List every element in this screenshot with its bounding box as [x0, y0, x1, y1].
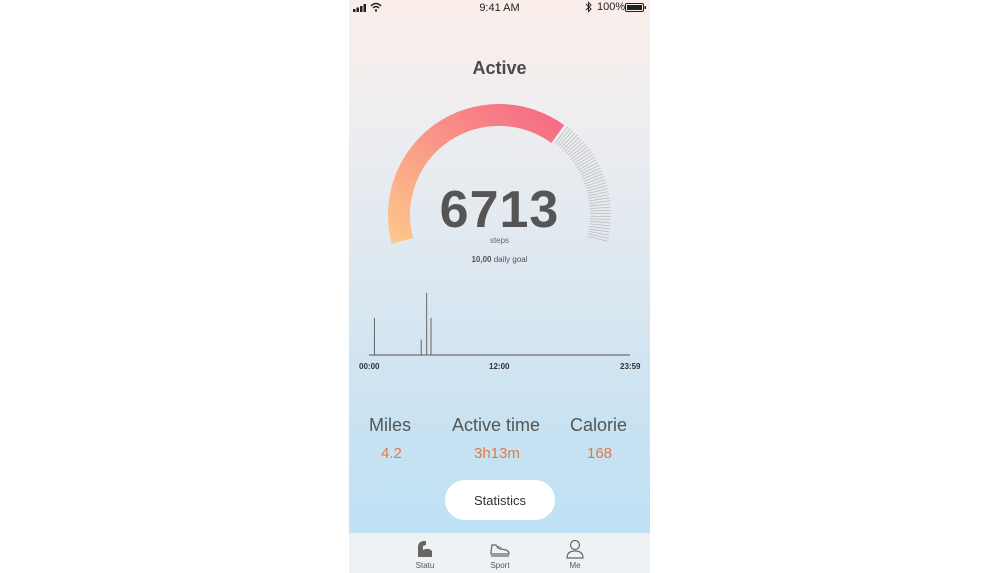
- muscle-icon: [418, 541, 432, 557]
- calorie-label: Calorie: [570, 415, 628, 435]
- statistics-button[interactable]: Statistics: [445, 480, 555, 520]
- shoe-icon: [490, 544, 510, 557]
- miles-value: 4.2: [381, 445, 402, 462]
- tab-sport[interactable]: Sport: [470, 533, 530, 573]
- tab-statu-label: Statu: [415, 561, 435, 570]
- tab-bar: Statu Sport Me: [349, 533, 650, 573]
- tab-sport-label: Sport: [490, 561, 510, 570]
- activity-timeline: [369, 293, 630, 356]
- tab-me-label: Me: [569, 561, 581, 570]
- tab-statu[interactable]: Statu: [395, 533, 455, 573]
- timeline-end-label: 23:59: [620, 362, 641, 371]
- tab-me[interactable]: Me: [545, 533, 605, 573]
- active-time-label: Active time: [452, 415, 541, 435]
- user-icon: [566, 539, 584, 559]
- calorie-value: 168: [587, 445, 613, 462]
- miles-label: Miles: [369, 415, 412, 435]
- timeline-start-label: 00:00: [359, 362, 380, 371]
- phone-screen: 9:41 AM 100% Active 6713 steps 10,00 dai…: [349, 0, 650, 573]
- timeline-mid-label: 12:00: [489, 362, 510, 371]
- active-time-value: 3h13m: [474, 445, 520, 462]
